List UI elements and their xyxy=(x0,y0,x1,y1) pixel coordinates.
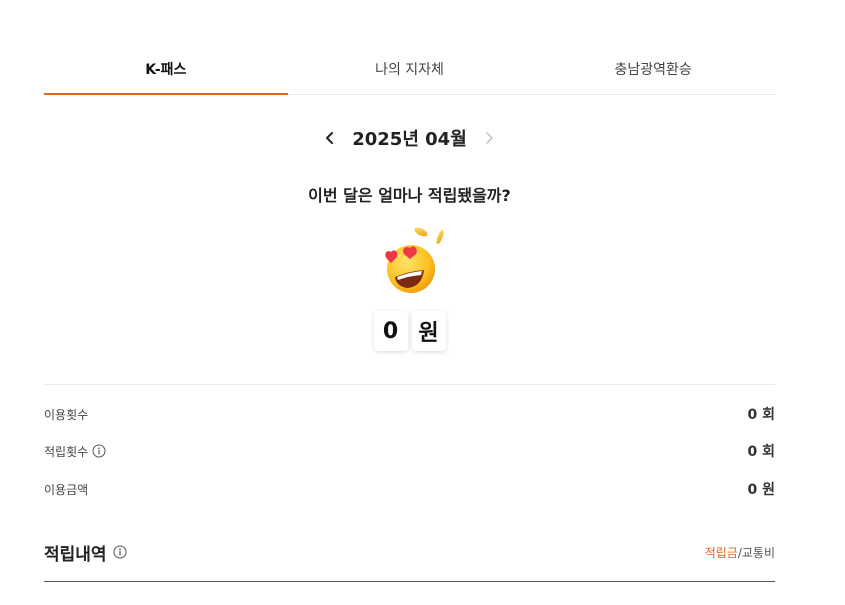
section-divider xyxy=(44,384,775,385)
amount-digit: 0 xyxy=(373,311,408,351)
history-type-toggle: 적립금/교통비 xyxy=(705,544,775,561)
tab-chungnam-transfer[interactable]: 충남광역환승 xyxy=(531,44,775,94)
stat-value: 0 회 xyxy=(747,407,776,423)
stat-usage-amount: 이용금액 0 원 xyxy=(44,477,775,501)
info-icon[interactable] xyxy=(92,444,106,458)
page: K-패스 나의 지자체 충남광역환승 2025년 04월 이번 달은 얼마나 적… xyxy=(0,0,845,605)
prev-month-button[interactable] xyxy=(316,124,344,152)
stat-label-group: 적립횟수 xyxy=(44,443,106,460)
history-title: 적립내역 xyxy=(44,544,107,565)
stat-usage-count: 이용횟수 0 회 xyxy=(44,402,775,426)
tab-bar: K-패스 나의 지자체 충남광역환승 xyxy=(44,44,775,95)
amount-unit: 원 xyxy=(411,311,446,351)
stat-label: 적립횟수 xyxy=(44,444,89,459)
history-title-group: 적립내역 xyxy=(44,540,127,565)
next-month-button[interactable] xyxy=(475,124,503,152)
tab-label: K-패스 xyxy=(145,62,187,78)
heart-eyes-coins-emoji xyxy=(385,227,444,293)
stat-label: 이용금액 xyxy=(44,482,89,497)
month-label: 2025년 04월 xyxy=(352,129,467,150)
accumulation-question: 이번 달은 얼마나 적립됐을까? xyxy=(308,186,511,205)
history-divider xyxy=(44,581,775,582)
stat-value: 0 회 xyxy=(747,444,776,460)
chevron-left-icon xyxy=(326,132,334,144)
stat-value: 0 원 xyxy=(747,482,776,498)
tab-label: 나의 지자체 xyxy=(375,62,444,78)
chevron-right-icon xyxy=(485,132,493,144)
toggle-transport-cost[interactable]: 교통비 xyxy=(742,546,775,560)
month-navigator: 2025년 04월 xyxy=(44,120,775,156)
accumulation-history-header: 적립내역 적립금/교통비 xyxy=(44,538,775,566)
stat-label: 이용횟수 xyxy=(44,407,89,422)
toggle-accumulation[interactable]: 적립금 xyxy=(705,546,738,560)
tab-k-pass[interactable]: K-패스 xyxy=(44,44,288,95)
stat-accumulation-count: 적립횟수 0 회 xyxy=(44,439,775,463)
info-icon[interactable] xyxy=(113,545,127,559)
tab-label: 충남광역환승 xyxy=(614,62,692,78)
tab-my-municipality[interactable]: 나의 지자체 xyxy=(288,44,532,94)
accumulated-amount: 0 원 xyxy=(44,311,775,351)
